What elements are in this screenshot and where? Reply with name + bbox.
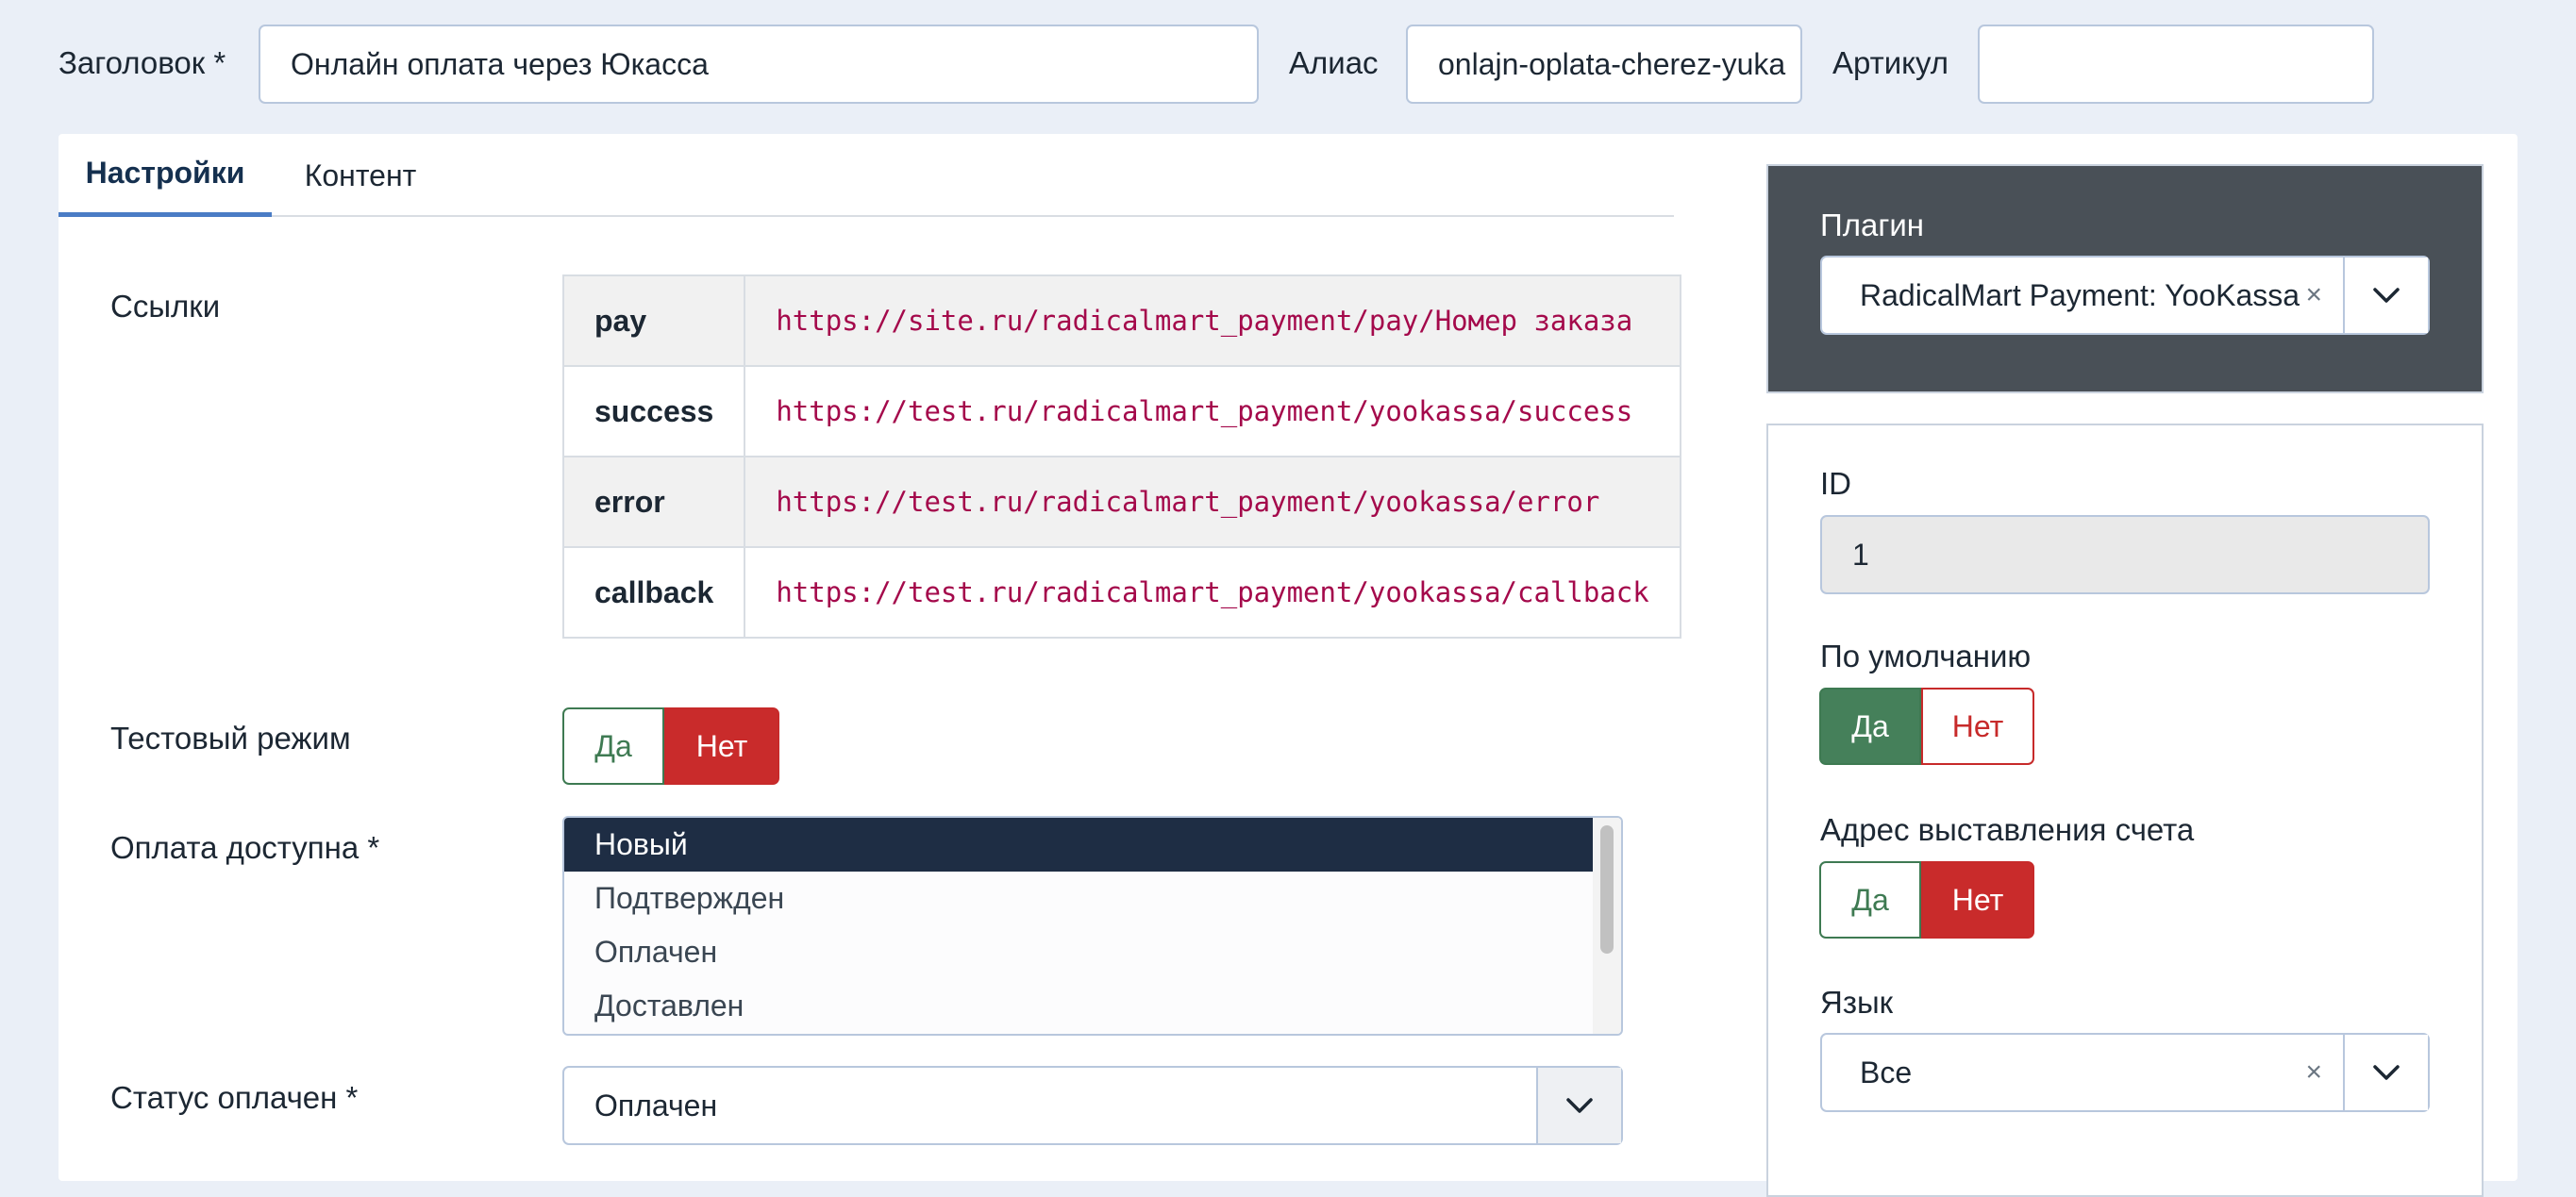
language-select[interactable]: Все × <box>1820 1033 2430 1112</box>
test-mode-no-button[interactable]: Нет <box>664 707 779 785</box>
list-item[interactable]: Подтвержден <box>564 872 1621 925</box>
test-mode-yes-button[interactable]: Да <box>562 707 664 785</box>
status-paid-select[interactable]: Оплачен <box>562 1066 1623 1145</box>
status-paid-value: Оплачен <box>594 1088 718 1122</box>
links-label: Ссылки <box>110 289 221 324</box>
list-item[interactable]: Новый <box>564 818 1593 872</box>
tab-settings[interactable]: Настройки <box>59 134 272 217</box>
link-url: https://test.ru/radicalmart_payment/yook… <box>744 456 1681 548</box>
plugin-label: Плагин <box>1820 208 1925 242</box>
link-key: callback <box>561 546 746 639</box>
link-key: pay <box>561 274 746 367</box>
sku-input[interactable] <box>1978 25 2374 104</box>
default-yes-button[interactable]: Да <box>1819 688 1921 765</box>
title-label: Заголовок * <box>59 45 226 80</box>
chevron-down-icon[interactable] <box>2343 1035 2428 1110</box>
link-key: success <box>561 365 746 457</box>
alias-label: Алиас <box>1289 45 1379 80</box>
language-label: Язык <box>1820 985 1894 1020</box>
table-row: error https://test.ru/radicalmart_paymen… <box>561 456 1681 548</box>
billing-no-button[interactable]: Нет <box>1921 861 2034 939</box>
default-toggle: Да Нет <box>1819 688 2034 765</box>
billing-address-label: Адрес выставления счета <box>1820 812 2195 847</box>
links-table: pay https://site.ru/radicalmart_payment/… <box>561 274 1681 639</box>
test-mode-label: Тестовый режим <box>110 721 351 756</box>
table-row: pay https://site.ru/radicalmart_payment/… <box>561 274 1681 367</box>
sku-label: Артикул <box>1832 45 1949 80</box>
id-field: 1 <box>1820 515 2430 594</box>
payment-available-listbox[interactable]: Новый Подтвержден Оплачен Доставлен <box>562 816 1623 1036</box>
plugin-select[interactable]: RadicalMart Payment: YooKassa × <box>1820 256 2430 335</box>
link-url: https://test.ru/radicalmart_payment/yook… <box>744 546 1681 639</box>
list-item[interactable]: Оплачен <box>564 925 1621 979</box>
language-value: Все <box>1860 1055 1913 1089</box>
status-paid-label: Статус оплачен * <box>110 1080 359 1115</box>
plugin-value: RadicalMart Payment: YooKassa <box>1860 277 2300 312</box>
link-url: https://site.ru/radicalmart_payment/pay/… <box>744 274 1681 367</box>
scrollbar-thumb[interactable] <box>1600 825 1614 954</box>
link-key: error <box>561 456 746 548</box>
clear-icon[interactable]: × <box>2305 279 2322 311</box>
title-input[interactable]: Онлайн оплата через Юкасса <box>259 25 1259 104</box>
test-mode-toggle: Да Нет <box>562 707 779 785</box>
chevron-down-icon[interactable] <box>1536 1068 1621 1143</box>
id-label: ID <box>1820 466 1851 501</box>
clear-icon[interactable]: × <box>2305 1056 2322 1089</box>
table-row: success https://test.ru/radicalmart_paym… <box>561 365 1681 457</box>
chevron-down-icon[interactable] <box>2343 258 2428 333</box>
billing-yes-button[interactable]: Да <box>1819 861 1921 939</box>
tab-content[interactable]: Контент <box>279 134 442 217</box>
default-no-button[interactable]: Нет <box>1921 688 2034 765</box>
link-url: https://test.ru/radicalmart_payment/yook… <box>744 365 1681 457</box>
payment-available-label: Оплата доступна * <box>110 830 380 865</box>
alias-input[interactable]: onlajn-oplata-cherez-yuka <box>1406 25 1802 104</box>
default-label: По умолчанию <box>1820 639 2032 673</box>
list-item[interactable]: Доставлен <box>564 979 1621 1033</box>
table-row: callback https://test.ru/radicalmart_pay… <box>561 546 1681 639</box>
billing-address-toggle: Да Нет <box>1819 861 2034 939</box>
